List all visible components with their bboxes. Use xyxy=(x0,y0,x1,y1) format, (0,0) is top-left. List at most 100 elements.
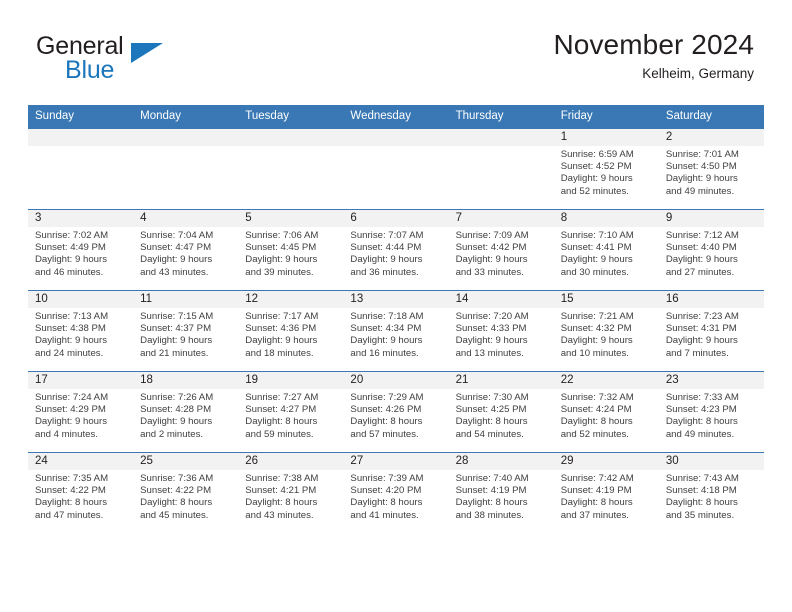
sunrise-time: Sunrise: 7:21 AM xyxy=(560,311,634,322)
sunrise-time: Sunrise: 7:26 AM xyxy=(140,392,214,403)
sunset-time: Sunset: 4:42 PM xyxy=(455,242,527,254)
day-details: Sunrise: 7:02 AM Sunset: 4:49 PM Daylight:… xyxy=(28,227,133,279)
day-cell-inner: 26 Sunrise: 7:38 AM Sunset: 4:21 PM Dayligh… xyxy=(238,453,344,533)
daylight-duration-line2: and 41 minutes. xyxy=(350,509,419,521)
day-cell-inner: 11 Sunrise: 7:15 AM Sunset: 4:37 PM Dayligh… xyxy=(133,291,239,371)
calendar-day-cell[interactable]: 2 Sunrise: 7:01 AM Sunset: 4:50 PM Daylight… xyxy=(658,128,764,210)
daylight-duration-line1: Daylight: 9 hours xyxy=(245,335,318,347)
calendar-day-cell[interactable]: 9 Sunrise: 7:12 AM Sunset: 4:40 PM Daylight… xyxy=(658,209,764,291)
day-cell-inner: 6 Sunrise: 7:07 AM Sunset: 4:44 PM Daylight… xyxy=(343,210,449,290)
daylight-duration-line2: and 18 minutes. xyxy=(245,347,314,359)
calendar-day-cell[interactable]: 30 Sunrise: 7:43 AM Sunset: 4:18 PM Dayligh… xyxy=(658,452,764,533)
daylight-duration-line1: Daylight: 9 hours xyxy=(560,173,633,185)
sunrise-time: Sunrise: 7:07 AM xyxy=(350,230,424,241)
calendar-day-cell[interactable]: 12 Sunrise: 7:17 AM Sunset: 4:36 PM Dayligh… xyxy=(238,290,344,372)
day-number: 27 xyxy=(343,453,449,470)
calendar-week-row: 17 Sunrise: 7:24 AM Sunset: 4:29 PM Dayligh… xyxy=(28,371,764,453)
sunrise-time: Sunrise: 7:01 AM xyxy=(665,149,739,160)
weekday-header-saturday: Saturday xyxy=(658,105,764,129)
daylight-duration-line1: Daylight: 8 hours xyxy=(455,416,528,428)
day-details: Sunrise: 7:18 AM Sunset: 4:34 PM Daylight:… xyxy=(343,308,448,360)
day-number: 21 xyxy=(448,372,554,389)
daylight-duration-line2: and 57 minutes. xyxy=(350,428,419,440)
day-details: Sunrise: 7:06 AM Sunset: 4:45 PM Daylight:… xyxy=(238,227,343,279)
day-cell-inner: 2 Sunrise: 7:01 AM Sunset: 4:50 PM Daylight… xyxy=(658,129,764,209)
day-number: 1 xyxy=(553,129,659,146)
daylight-duration-line2: and 30 minutes. xyxy=(560,266,629,278)
page-subtitle: Kelheim, Germany xyxy=(642,66,754,81)
brand-name-blue: Blue xyxy=(65,56,115,84)
day-details: Sunrise: 7:15 AM Sunset: 4:37 PM Daylight:… xyxy=(133,308,238,360)
day-number: 29 xyxy=(553,453,659,470)
calendar-day-cell[interactable]: 29 Sunrise: 7:42 AM Sunset: 4:19 PM Dayligh… xyxy=(553,452,659,533)
sunrise-time: Sunrise: 7:13 AM xyxy=(35,311,109,322)
sunrise-time: Sunrise: 7:35 AM xyxy=(35,473,109,484)
brand-logo[interactable]: General Blue xyxy=(36,32,266,94)
sunset-time: Sunset: 4:29 PM xyxy=(35,404,106,416)
sunrise-time: Sunrise: 7:29 AM xyxy=(350,392,424,403)
daylight-duration-line2: and 10 minutes. xyxy=(560,347,629,359)
daylight-duration-line1: Daylight: 8 hours xyxy=(665,497,738,509)
daylight-duration-line2: and 52 minutes. xyxy=(560,428,629,440)
calendar-day-cell[interactable]: 16 Sunrise: 7:23 AM Sunset: 4:31 PM Dayligh… xyxy=(658,290,764,372)
sunrise-time: Sunrise: 7:43 AM xyxy=(665,473,739,484)
daylight-duration-line2: and 37 minutes. xyxy=(560,509,629,521)
daylight-duration-line2: and 49 minutes. xyxy=(665,428,735,440)
calendar-day-cell[interactable]: 27 Sunrise: 7:39 AM Sunset: 4:20 PM Dayligh… xyxy=(343,452,449,533)
sunrise-time: Sunrise: 6:59 AM xyxy=(560,149,634,160)
daylight-duration-line2: and 7 minutes. xyxy=(665,347,729,359)
calendar-day-cell[interactable]: 26 Sunrise: 7:38 AM Sunset: 4:21 PM Dayligh… xyxy=(238,452,344,533)
day-cell-inner: 12 Sunrise: 7:17 AM Sunset: 4:36 PM Dayligh… xyxy=(238,291,344,371)
day-details: Sunrise: 7:35 AM Sunset: 4:22 PM Daylight:… xyxy=(28,470,133,522)
sunset-time: Sunset: 4:45 PM xyxy=(245,242,317,254)
calendar-day-cell[interactable]: 19 Sunrise: 7:27 AM Sunset: 4:27 PM Dayligh… xyxy=(238,371,344,453)
calendar-day-cell[interactable]: 28 Sunrise: 7:40 AM Sunset: 4:19 PM Dayligh… xyxy=(448,452,554,533)
daylight-duration-line1: Daylight: 9 hours xyxy=(665,173,738,185)
calendar-page: General Blue November 2024 Kelheim, Germ… xyxy=(0,0,792,612)
daylight-duration-line2: and 46 minutes. xyxy=(35,266,104,278)
sunrise-time: Sunrise: 7:38 AM xyxy=(245,473,319,484)
day-details: Sunrise: 7:09 AM Sunset: 4:42 PM Daylight:… xyxy=(449,227,554,279)
sunrise-time: Sunrise: 7:23 AM xyxy=(665,311,739,322)
sunrise-time: Sunrise: 7:17 AM xyxy=(245,311,319,322)
day-details: Sunrise: 7:42 AM Sunset: 4:19 PM Daylight:… xyxy=(554,470,659,522)
calendar-day-cell[interactable]: 6 Sunrise: 7:07 AM Sunset: 4:44 PM Daylight… xyxy=(343,209,449,291)
calendar-day-cell[interactable]: 25 Sunrise: 7:36 AM Sunset: 4:22 PM Dayligh… xyxy=(133,452,239,533)
daylight-duration-line1: Daylight: 9 hours xyxy=(350,335,423,347)
calendar-day-cell[interactable]: 7 Sunrise: 7:09 AM Sunset: 4:42 PM Daylight… xyxy=(448,209,554,291)
day-cell-inner: 21 Sunrise: 7:30 AM Sunset: 4:25 PM Dayligh… xyxy=(448,372,554,452)
calendar-day-cell[interactable]: 10 Sunrise: 7:13 AM Sunset: 4:38 PM Dayligh… xyxy=(28,290,134,372)
calendar-day-cell[interactable]: 1 Sunrise: 6:59 AM Sunset: 4:52 PM Daylight… xyxy=(553,128,659,210)
calendar-day-cell[interactable]: 23 Sunrise: 7:33 AM Sunset: 4:23 PM Dayligh… xyxy=(658,371,764,453)
day-number: 20 xyxy=(343,372,449,389)
day-details: Sunrise: 7:20 AM Sunset: 4:33 PM Daylight:… xyxy=(449,308,554,360)
calendar-day-cell[interactable]: 22 Sunrise: 7:32 AM Sunset: 4:24 PM Dayligh… xyxy=(553,371,659,453)
calendar-day-cell[interactable]: 15 Sunrise: 7:21 AM Sunset: 4:32 PM Dayligh… xyxy=(553,290,659,372)
calendar-day-cell[interactable]: 17 Sunrise: 7:24 AM Sunset: 4:29 PM Dayligh… xyxy=(28,371,134,453)
calendar-day-cell[interactable]: 3 Sunrise: 7:02 AM Sunset: 4:49 PM Daylight… xyxy=(28,209,134,291)
calendar-day-cell[interactable]: 5 Sunrise: 7:06 AM Sunset: 4:45 PM Daylight… xyxy=(238,209,344,291)
weekday-header-wednesday: Wednesday xyxy=(343,105,449,129)
day-details: Sunrise: 7:04 AM Sunset: 4:47 PM Daylight:… xyxy=(133,227,238,279)
sunrise-time: Sunrise: 7:24 AM xyxy=(35,392,109,403)
calendar-day-cell[interactable]: 20 Sunrise: 7:29 AM Sunset: 4:26 PM Dayligh… xyxy=(343,371,449,453)
calendar-day-cell[interactable]: 11 Sunrise: 7:15 AM Sunset: 4:37 PM Dayligh… xyxy=(133,290,239,372)
calendar-day-cell[interactable]: 21 Sunrise: 7:30 AM Sunset: 4:25 PM Dayligh… xyxy=(448,371,554,453)
day-number: 26 xyxy=(238,453,344,470)
page-header: General Blue November 2024 Kelheim, Germ… xyxy=(28,28,764,98)
calendar-day-cell[interactable]: 13 Sunrise: 7:18 AM Sunset: 4:34 PM Dayligh… xyxy=(343,290,449,372)
weekday-header-monday: Monday xyxy=(133,105,239,129)
day-cell-inner xyxy=(238,129,344,209)
day-details: Sunrise: 7:26 AM Sunset: 4:28 PM Daylight:… xyxy=(133,389,238,441)
day-cell-inner: 7 Sunrise: 7:09 AM Sunset: 4:42 PM Daylight… xyxy=(448,210,554,290)
day-cell-inner: 18 Sunrise: 7:26 AM Sunset: 4:28 PM Dayligh… xyxy=(133,372,239,452)
daylight-duration-line2: and 43 minutes. xyxy=(140,266,209,278)
calendar-day-cell[interactable]: 8 Sunrise: 7:10 AM Sunset: 4:41 PM Daylight… xyxy=(553,209,659,291)
daylight-duration-line1: Daylight: 9 hours xyxy=(35,416,107,428)
sunset-time: Sunset: 4:19 PM xyxy=(455,485,527,497)
calendar-day-cell[interactable]: 14 Sunrise: 7:20 AM Sunset: 4:33 PM Dayligh… xyxy=(448,290,554,372)
sunrise-time: Sunrise: 7:09 AM xyxy=(455,230,529,241)
calendar-day-cell[interactable]: 4 Sunrise: 7:04 AM Sunset: 4:47 PM Daylight… xyxy=(133,209,239,291)
calendar-day-cell[interactable]: 18 Sunrise: 7:26 AM Sunset: 4:28 PM Dayligh… xyxy=(133,371,239,453)
calendar-day-cell[interactable]: 24 Sunrise: 7:35 AM Sunset: 4:22 PM Dayligh… xyxy=(28,452,134,533)
